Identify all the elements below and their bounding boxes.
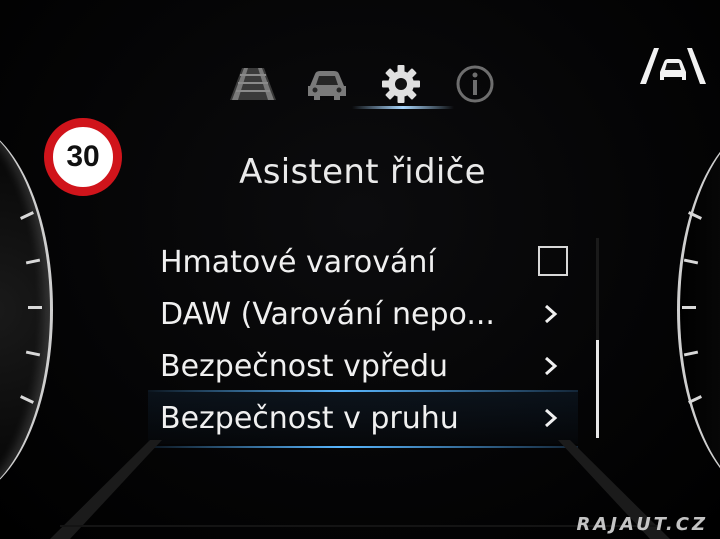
gear-icon (382, 65, 420, 103)
menu-item-label: Bezpečnost vpředu (160, 348, 449, 384)
tab-driving-assist[interactable] (226, 62, 280, 106)
speed-limit-value: 30 (66, 140, 100, 173)
chevron-right-icon (545, 356, 558, 376)
car-icon (308, 71, 346, 100)
speed-limit-sign: 30 (44, 118, 122, 196)
menu-item-label: Hmatové varování (160, 244, 436, 280)
tab-info[interactable] (448, 62, 502, 106)
cluster-screen: 30 Asistent řidiče Hmatové varování DAW … (0, 0, 720, 539)
menu-item-lane-safety[interactable]: Bezpečnost v pruhu (148, 390, 578, 448)
chevron-right-icon (545, 304, 558, 324)
tab-settings[interactable] (374, 62, 428, 106)
menu-item-forward-safety[interactable]: Bezpečnost vpředu (148, 340, 578, 392)
lane-assist-icon (640, 48, 706, 84)
road-lanes-icon (230, 68, 276, 100)
info-icon (456, 65, 494, 103)
chevron-right-icon (545, 408, 558, 428)
menu-item-label: DAW (Varování nepo... (160, 296, 495, 332)
menu-item-label: Bezpečnost v pruhu (160, 400, 459, 436)
settings-menu: Hmatové varování DAW (Varování nepo... B… (148, 236, 578, 448)
menu-item-daw[interactable]: DAW (Varování nepo... (148, 288, 578, 340)
active-tab-indicator (352, 106, 454, 109)
scrollbar-thumb[interactable] (596, 340, 599, 438)
gauge-tick (682, 306, 696, 309)
watermark: RAJAUT.CZ (576, 514, 708, 535)
page-title: Asistent řidiče (239, 152, 486, 192)
tab-vehicle[interactable] (300, 62, 354, 106)
gauge-tick (28, 306, 42, 309)
menu-tab-bar (226, 62, 502, 106)
haptic-warning-checkbox[interactable] (538, 246, 568, 276)
menu-item-haptic-warning[interactable]: Hmatové varování (148, 236, 578, 288)
